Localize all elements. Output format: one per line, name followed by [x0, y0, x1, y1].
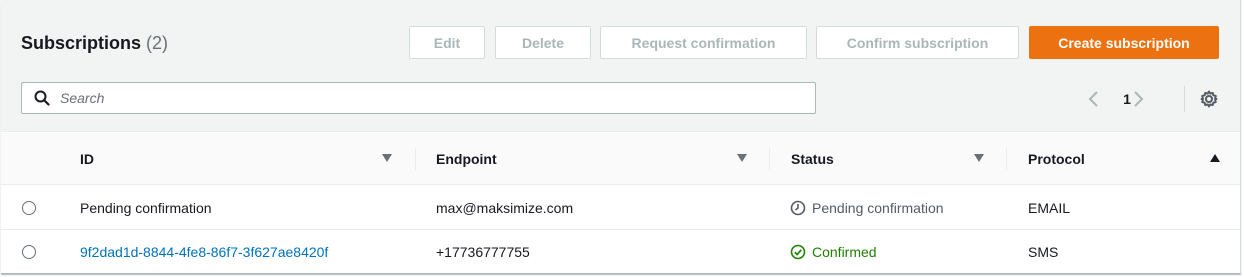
subscription-protocol: SMS [1028, 244, 1059, 260]
create-subscription-button[interactable]: Create subscription [1029, 26, 1219, 59]
pager-divider [1184, 86, 1185, 112]
status-confirmed: Confirmed [790, 230, 877, 274]
check-circle-icon [790, 244, 806, 260]
row-select-radio[interactable] [22, 245, 36, 259]
subscription-count: (2) [146, 33, 169, 53]
sort-caret-down-icon[interactable] [382, 154, 392, 162]
edit-button[interactable]: Edit [409, 26, 485, 59]
search-input[interactable]: Search [21, 82, 816, 114]
subscription-endpoint: +17736777755 [436, 244, 530, 260]
table-header: ID Endpoint Status Protocol [1, 133, 1240, 185]
subscription-id: Pending confirmation [80, 200, 212, 216]
chevron-right-icon[interactable] [1131, 89, 1145, 109]
table-row[interactable]: Pending confirmation max@maksimize.com P… [1, 186, 1240, 230]
sort-caret-down-icon[interactable] [974, 154, 984, 162]
table-row[interactable]: 9f2dad1d-8844-4fe8-86f7-3f627ae8420f +17… [1, 230, 1240, 274]
status-pending: Pending confirmation [790, 186, 944, 230]
column-divider[interactable] [1006, 148, 1007, 170]
column-divider[interactable] [415, 148, 416, 170]
clock-icon [790, 200, 806, 216]
panel-header: Subscriptions (2) Edit Delete Request co… [1, 0, 1240, 132]
column-divider[interactable] [769, 148, 770, 170]
delete-button[interactable]: Delete [495, 26, 591, 59]
pagination: 1 [1087, 88, 1145, 110]
gear-icon[interactable] [1199, 89, 1219, 109]
subscription-id-link[interactable]: 9f2dad1d-8844-4fe8-86f7-3f627ae8420f [80, 230, 328, 274]
confirm-subscription-button[interactable]: Confirm subscription [816, 26, 1019, 59]
page-title: Subscriptions (2) [21, 33, 168, 54]
sort-caret-down-icon[interactable] [737, 154, 747, 162]
sort-caret-up-icon[interactable] [1210, 154, 1220, 162]
column-header-protocol[interactable]: Protocol [1028, 133, 1085, 185]
subscriptions-panel: Subscriptions (2) Edit Delete Request co… [1, 0, 1241, 274]
request-confirmation-button[interactable]: Request confirmation [600, 26, 807, 59]
chevron-left-icon[interactable] [1087, 89, 1101, 109]
search-icon [34, 90, 50, 106]
column-header-status[interactable]: Status [791, 133, 834, 185]
row-select-radio[interactable] [22, 201, 36, 215]
column-header-endpoint[interactable]: Endpoint [436, 133, 497, 185]
title-text: Subscriptions [21, 33, 142, 53]
search-placeholder: Search [60, 90, 105, 106]
page-number[interactable]: 1 [1101, 91, 1153, 107]
status-text: Pending confirmation [812, 200, 944, 216]
status-text: Confirmed [812, 244, 877, 260]
column-header-id[interactable]: ID [80, 133, 94, 185]
subscription-endpoint: max@maksimize.com [436, 200, 574, 216]
subscription-protocol: EMAIL [1028, 200, 1071, 216]
